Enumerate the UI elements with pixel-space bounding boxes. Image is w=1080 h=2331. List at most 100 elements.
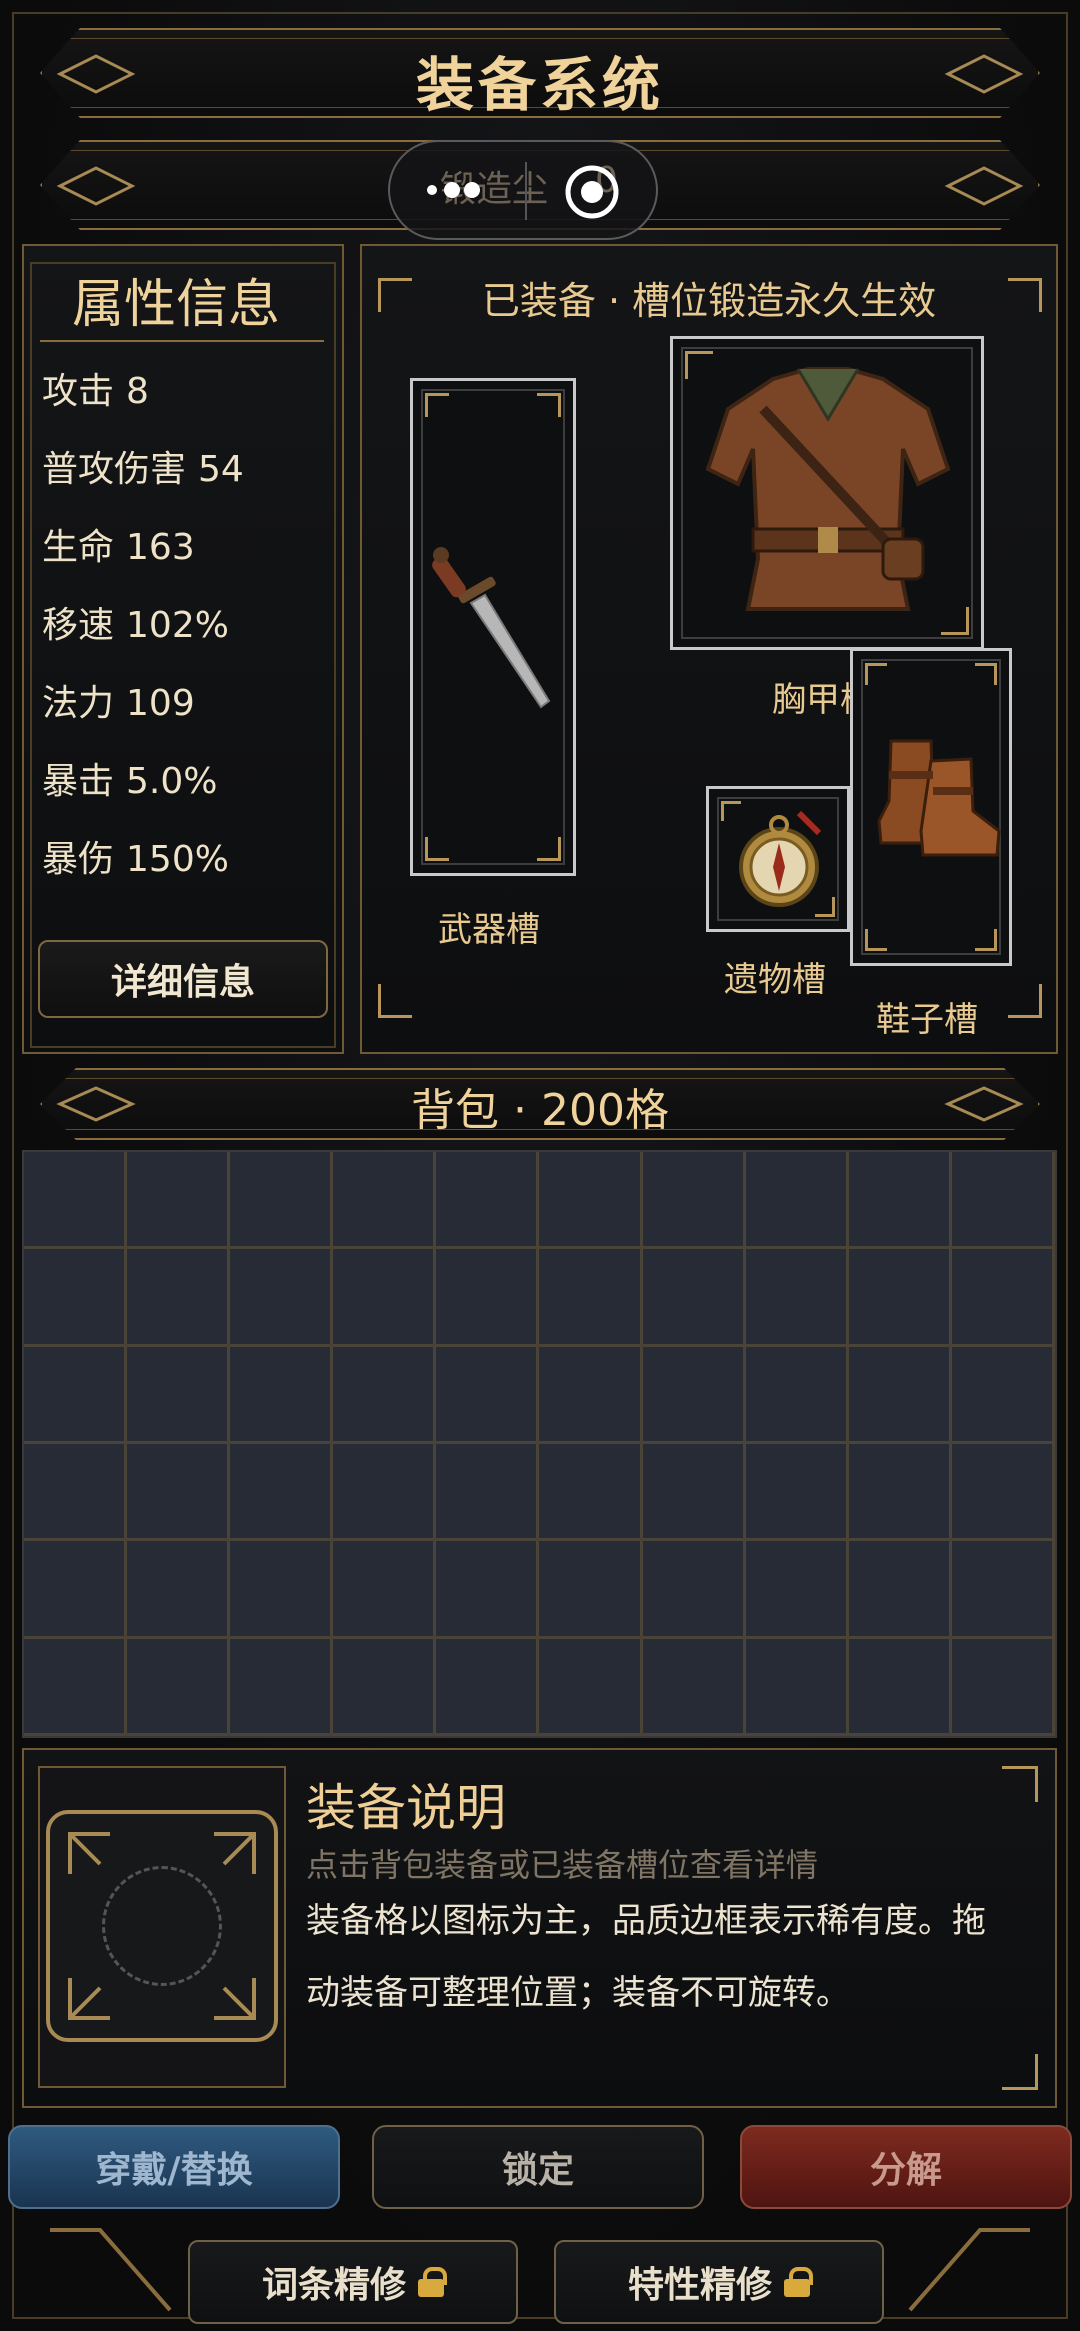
bag-cell[interactable] [951, 1638, 1055, 1736]
bag-cell[interactable] [230, 1541, 334, 1639]
bag-cell[interactable] [951, 1346, 1055, 1444]
weapon-slot[interactable] [410, 378, 576, 876]
bottom-left-ornament [50, 2228, 172, 2312]
bag-cell[interactable] [848, 1346, 952, 1444]
bag-cell[interactable] [24, 1541, 128, 1639]
bag-cell[interactable] [24, 1249, 128, 1347]
leather-armor-icon [705, 367, 951, 611]
forge-right-diamond [944, 166, 1024, 206]
bottom-right-ornament [908, 2228, 1030, 2312]
bag-cell[interactable] [745, 1249, 849, 1347]
bag-cell[interactable] [436, 1249, 540, 1347]
bag-cell[interactable] [24, 1638, 128, 1736]
bag-cell[interactable] [745, 1152, 849, 1250]
bag-cell[interactable] [745, 1541, 849, 1639]
bag-cell[interactable] [230, 1444, 334, 1542]
boots-slot[interactable] [850, 648, 1012, 966]
bag-cell[interactable] [436, 1152, 540, 1250]
bag-cell[interactable] [642, 1152, 746, 1250]
bag-cell[interactable] [127, 1249, 231, 1347]
bag-cell[interactable] [848, 1638, 952, 1736]
bag-cell[interactable] [539, 1152, 643, 1250]
bag-cell[interactable] [745, 1346, 849, 1444]
dagger-icon [432, 547, 551, 709]
weapon-slot-corner-br [537, 837, 561, 861]
bag-cell[interactable] [436, 1346, 540, 1444]
description-corner-tr [1002, 1766, 1038, 1802]
affix-refine-button[interactable]: 词条精修 [188, 2240, 518, 2324]
bag-cell[interactable] [333, 1541, 437, 1639]
lock-icon [784, 2267, 813, 2297]
bag-cell[interactable] [436, 1541, 540, 1639]
bag-cell[interactable] [951, 1444, 1055, 1542]
bag-cell[interactable] [539, 1541, 643, 1639]
bag-cell[interactable] [539, 1444, 643, 1542]
bag-cell[interactable] [333, 1346, 437, 1444]
bag-cell[interactable] [848, 1152, 952, 1250]
bag-cell[interactable] [745, 1444, 849, 1542]
bag-cell[interactable] [539, 1249, 643, 1347]
boots-slot-corner-tr [975, 663, 997, 685]
description-title: 装备说明 [306, 1779, 506, 1837]
bag-cell[interactable] [642, 1249, 746, 1347]
bag-cell[interactable] [848, 1541, 952, 1639]
bag-cell[interactable] [642, 1638, 746, 1736]
bag-cell[interactable] [539, 1638, 643, 1736]
item-preview-slot[interactable] [46, 1810, 278, 2042]
bag-cell[interactable] [127, 1346, 231, 1444]
chest-slot[interactable] [670, 336, 984, 650]
bag-cell[interactable] [642, 1346, 746, 1444]
equip-replace-button[interactable]: 穿戴/替换 [8, 2125, 340, 2209]
target-icon[interactable] [562, 162, 622, 222]
bag-cell[interactable] [24, 1346, 128, 1444]
bag-cell[interactable] [951, 1249, 1055, 1347]
trait-refine-label: 特性精修 [627, 2265, 772, 2306]
bag-cell[interactable] [436, 1638, 540, 1736]
weapon-slot-corner-bl [425, 837, 449, 861]
bag-title: 背包 · 200格 [411, 1085, 669, 1136]
bag-cell[interactable] [848, 1444, 952, 1542]
bag-cell[interactable] [951, 1541, 1055, 1639]
bag-cell[interactable] [230, 1346, 334, 1444]
bag-grid [22, 1150, 1057, 1738]
weapon-slot-label: 武器槽 [438, 910, 540, 950]
bag-cell[interactable] [333, 1638, 437, 1736]
bag-cell[interactable] [24, 1152, 128, 1250]
bag-cell[interactable] [642, 1541, 746, 1639]
affix-refine-label: 词条精修 [261, 2265, 406, 2306]
bag-cell[interactable] [333, 1152, 437, 1250]
forge-left-diamond [56, 166, 136, 206]
bag-cell[interactable] [230, 1152, 334, 1250]
stat-attack: 攻击 8 [42, 371, 149, 412]
bag-cell[interactable] [951, 1152, 1055, 1250]
bag-cell[interactable] [127, 1152, 231, 1250]
relic-slot[interactable] [706, 786, 850, 932]
salvage-button[interactable]: 分解 [740, 2125, 1072, 2209]
bag-cell[interactable] [539, 1346, 643, 1444]
stat-normal-attack-damage: 普攻伤害 54 [42, 449, 244, 490]
bag-cell[interactable] [24, 1444, 128, 1542]
equipped-title: 已装备 · 槽位锻造永久生效 [481, 279, 937, 323]
boots-slot-corner-tl [865, 663, 887, 685]
boots-slot-label: 鞋子槽 [876, 1000, 978, 1040]
more-dots-icon[interactable] [422, 176, 492, 204]
description-line-1: 装备格以图标为主，品质边框表示稀有度。拖 [306, 1901, 986, 1941]
lock-button[interactable]: 锁定 [372, 2125, 704, 2209]
bag-cell[interactable] [745, 1638, 849, 1736]
bag-cell[interactable] [127, 1444, 231, 1542]
bag-cell[interactable] [333, 1444, 437, 1542]
bag-cell[interactable] [230, 1249, 334, 1347]
trait-refine-button[interactable]: 特性精修 [554, 2240, 884, 2324]
bag-cell[interactable] [127, 1541, 231, 1639]
attributes-title: 属性信息 [72, 275, 281, 335]
detail-info-button[interactable]: 详细信息 [38, 940, 328, 1018]
bag-cell[interactable] [127, 1638, 231, 1736]
bag-cell[interactable] [230, 1638, 334, 1736]
forge-divider [525, 162, 527, 220]
bag-cell[interactable] [848, 1249, 952, 1347]
bag-cell[interactable] [333, 1249, 437, 1347]
relic-slot-label: 遗物槽 [724, 960, 826, 1000]
lock-icon [418, 2267, 447, 2297]
bag-cell[interactable] [642, 1444, 746, 1542]
bag-cell[interactable] [436, 1444, 540, 1542]
